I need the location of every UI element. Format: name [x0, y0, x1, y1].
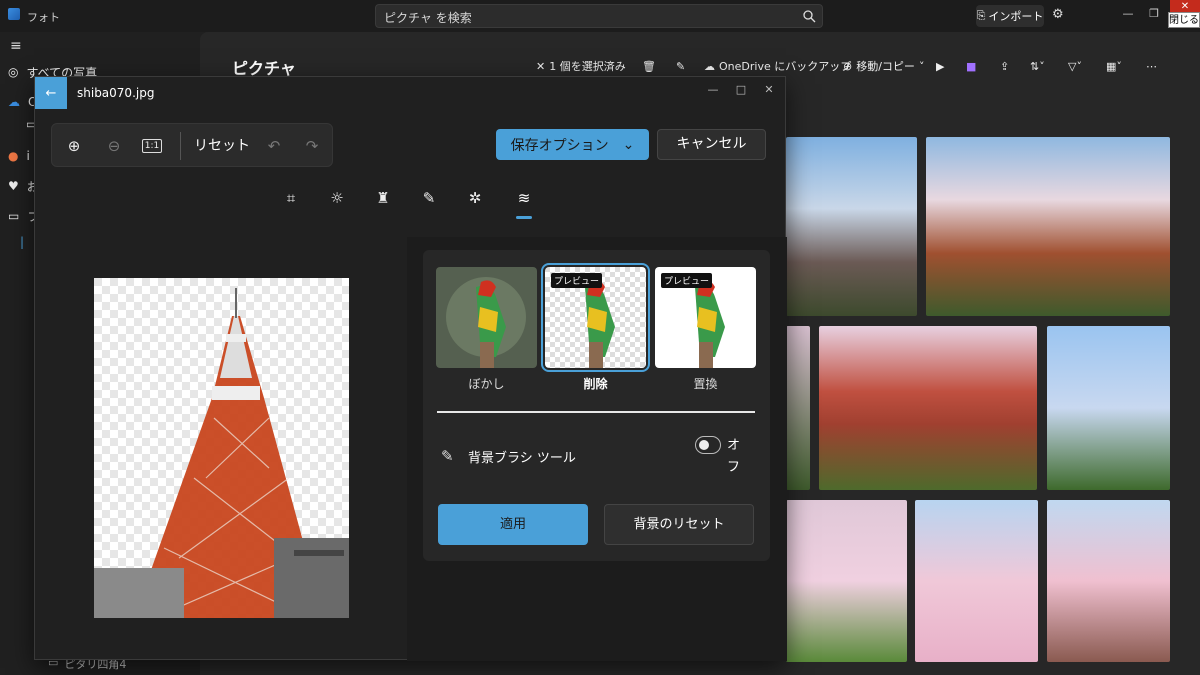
title-bar: フォト ピクチャ を検索 ⎘ インポート ⚙ — ❐ ✕ 閉じる	[0, 0, 1200, 32]
clipchamp-icon[interactable]: ■	[966, 58, 976, 74]
icloud-icon: ●	[8, 149, 19, 163]
redo-icon[interactable]: ↷	[300, 134, 324, 158]
photo-thumbnail[interactable]	[915, 500, 1038, 662]
photos-app-icon	[8, 8, 20, 20]
background-reset-button[interactable]: 背景のリセット	[604, 504, 754, 545]
import-button[interactable]: ⎘ インポート	[976, 5, 1044, 27]
gear-icon[interactable]: ⚙	[1052, 8, 1066, 22]
photo-thumbnail[interactable]	[1047, 500, 1170, 662]
move-icon: ⊕	[843, 59, 853, 73]
photo-thumbnail[interactable]	[786, 137, 917, 316]
brush-tool-toggle[interactable]	[695, 436, 721, 454]
blur-label: ぼかし	[468, 377, 505, 391]
replace-option[interactable]: プレビュー	[655, 267, 756, 368]
move-copy-label: 移動/コピー	[856, 60, 915, 73]
apply-button[interactable]: 適用	[438, 504, 588, 545]
file-name: shiba070.jpg	[77, 86, 155, 100]
toolbar-divider	[180, 132, 181, 160]
nav-item-icloud[interactable]: ● i	[8, 144, 30, 168]
active-tool-indicator	[516, 216, 532, 219]
section-divider	[437, 411, 755, 413]
chevron-down-icon: ˅	[918, 59, 925, 73]
onedrive-label: OneDrive にバックアップ	[719, 60, 852, 73]
preview-badge: プレビュー	[661, 273, 713, 288]
cloud-icon: ☁	[704, 59, 715, 73]
search-input[interactable]: ピクチャ を検索	[384, 9, 472, 26]
folder-icon: ▭	[8, 209, 20, 223]
filter-icon[interactable]: ▽˅	[1068, 58, 1082, 74]
hamburger-menu-icon[interactable]: ≡	[10, 38, 22, 54]
close-icon[interactable]: ✕	[761, 83, 777, 96]
cloud-icon: ☁	[8, 95, 20, 109]
sort-icon[interactable]: ⇅˅	[1030, 58, 1045, 74]
background-brush-tool-label: 背景ブラシ ツール	[468, 451, 576, 466]
remove-option[interactable]: プレビュー	[541, 263, 650, 372]
selection-status[interactable]: ✕ 1 個を選択済み	[536, 58, 626, 74]
import-label: インポート	[988, 10, 1044, 23]
onedrive-backup-button[interactable]: ☁ OneDrive にバックアップ	[704, 58, 851, 74]
blur-preview-image	[436, 267, 537, 368]
toggle-state-label: オフ	[727, 438, 741, 475]
brush-icon: ✎	[441, 447, 454, 465]
heart-icon: ♥	[8, 179, 19, 193]
toggle-knob	[699, 440, 709, 450]
photo-thumbnail[interactable]	[1047, 326, 1170, 490]
undo-icon[interactable]: ↶	[262, 134, 286, 158]
slideshow-icon[interactable]: ▶	[936, 58, 944, 74]
search-icon[interactable]	[802, 9, 816, 23]
save-options-label: 保存オプション	[510, 137, 609, 154]
share-icon[interactable]: ⇪	[1000, 58, 1009, 74]
photo-thumbnail[interactable]	[786, 326, 810, 490]
actual-size-icon[interactable]: 1:1	[140, 134, 164, 158]
nav-item-label: i	[26, 149, 30, 163]
close-icon[interactable]: ✕	[536, 60, 545, 73]
crop-icon[interactable]: ⌗	[280, 187, 302, 209]
preview-badge: プレビュー	[551, 273, 603, 288]
zoom-in-icon[interactable]: ⊕	[62, 134, 86, 158]
save-options-button[interactable]: 保存オプション ⌄	[496, 129, 649, 160]
markup-pen-icon[interactable]: ✎	[418, 187, 440, 209]
blur-option[interactable]	[436, 267, 537, 368]
maximize-icon[interactable]: □	[733, 83, 749, 96]
background-icon[interactable]: ≋	[513, 187, 535, 209]
minimize-icon[interactable]: —	[705, 83, 721, 96]
minimize-icon[interactable]: —	[1118, 4, 1138, 24]
selection-count: 1 個を選択済み	[549, 60, 626, 73]
edited-image-canvas[interactable]	[94, 278, 349, 618]
remove-label: 削除	[583, 377, 608, 391]
replace-label: 置換	[693, 377, 718, 391]
zoom-out-icon[interactable]: ⊖	[102, 134, 126, 158]
view-icon[interactable]: ▦˅	[1106, 58, 1122, 74]
restore-icon[interactable]: ❐	[1144, 4, 1164, 24]
selected-indicator: |	[20, 235, 25, 249]
search-box[interactable]: ピクチャ を検索	[375, 4, 823, 28]
app-title: フォト	[27, 11, 60, 24]
cancel-button[interactable]: キャンセル	[657, 129, 766, 160]
photo-editor-window: ← shiba070.jpg — □ ✕ ⊕ ⊖ 1:1 リセット ↶ ↷ 保存…	[34, 76, 787, 661]
reset-button[interactable]: リセット	[194, 135, 250, 155]
back-arrow-icon[interactable]: ←	[35, 77, 67, 109]
more-options-icon[interactable]: ⋯	[1146, 58, 1157, 74]
filter-brush-icon[interactable]: ♜	[372, 187, 394, 209]
photo-thumbnail[interactable]	[786, 500, 907, 662]
close-tooltip: 閉じる	[1168, 12, 1200, 28]
zoom-toolbar: ⊕ ⊖ 1:1 リセット ↶ ↷	[51, 123, 333, 167]
delete-icon[interactable]: 🗑	[642, 58, 656, 74]
photo-thumbnail[interactable]	[819, 326, 1037, 490]
photos-icon: ◎	[8, 65, 19, 79]
brightness-icon[interactable]: ☼	[326, 187, 348, 209]
import-icon: ⎘	[976, 9, 986, 22]
retouch-icon[interactable]: ✲	[464, 187, 486, 209]
edit-icon[interactable]: ✎	[676, 58, 685, 74]
actual-size-label: 1:1	[141, 139, 163, 153]
photo-thumbnail[interactable]	[926, 137, 1170, 316]
chevron-down-icon: ⌄	[622, 136, 635, 153]
move-copy-button[interactable]: ⊕ 移動/コピー ˅	[843, 58, 924, 74]
